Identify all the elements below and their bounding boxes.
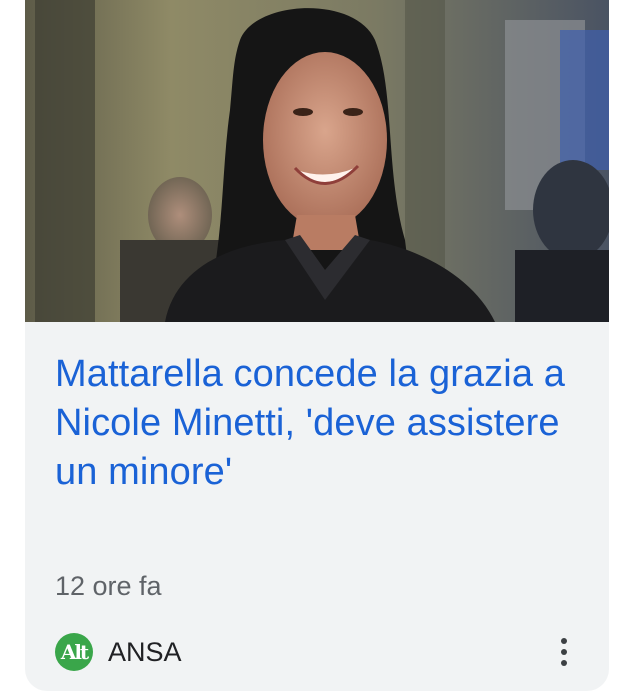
source-logo-icon: Alt [55, 633, 93, 671]
source-row: Alt ANSA [55, 631, 579, 673]
publish-time: 12 ore fa [55, 571, 162, 601]
more-vert-icon[interactable] [549, 631, 579, 673]
source-name[interactable]: ANSA [108, 637, 182, 668]
source-logo-text: Alt [60, 640, 89, 664]
article-photo [25, 0, 609, 322]
news-card[interactable]: Mattarella concede la grazia a Nicole Mi… [25, 0, 609, 691]
article-image[interactable] [25, 0, 609, 322]
article-headline[interactable]: Mattarella concede la grazia a Nicole Mi… [55, 350, 585, 497]
